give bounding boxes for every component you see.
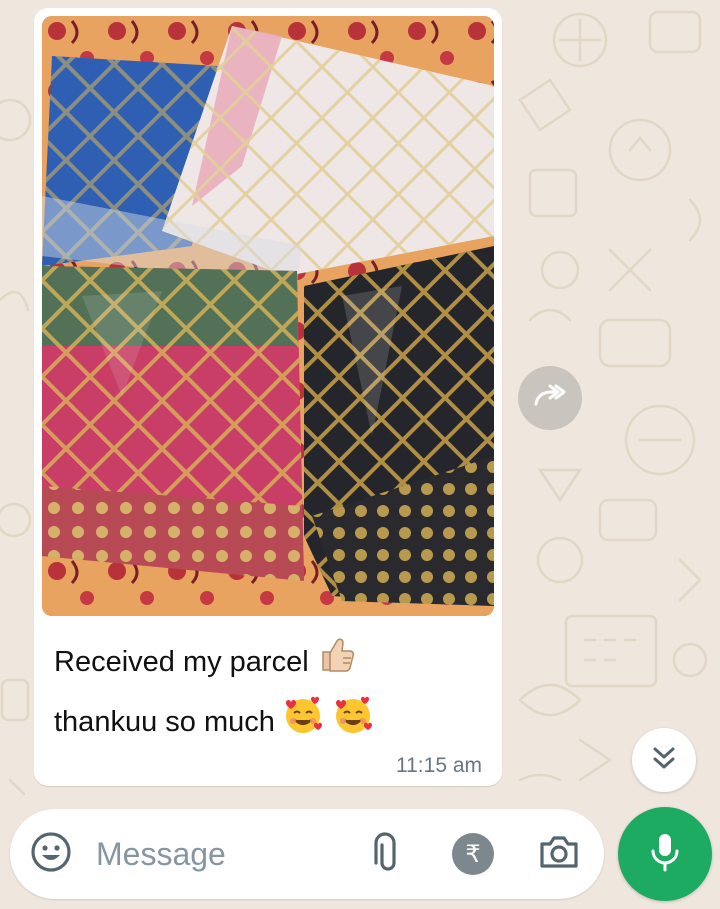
forward-icon [532, 382, 568, 415]
camera-icon [538, 834, 580, 875]
forward-button[interactable] [518, 366, 582, 430]
caption-line-2: thankuu so much [54, 693, 484, 754]
payment-button[interactable]: ₹ [450, 831, 496, 877]
message-timestamp: 11:15 am [396, 754, 482, 777]
microphone-icon [649, 831, 681, 878]
voice-message-button[interactable] [618, 807, 712, 901]
message-photo[interactable] [42, 16, 494, 616]
message-caption: Received my parcel thankuu so much [54, 634, 484, 754]
paperclip-icon [370, 831, 400, 878]
camera-button[interactable] [532, 831, 586, 877]
message-bubble[interactable]: Received my parcel thankuu so much 11:15… [34, 8, 502, 786]
attach-button[interactable] [362, 831, 408, 877]
rupee-icon: ₹ [452, 833, 494, 875]
smiling-face-with-hearts-icon [281, 693, 325, 754]
caption-line-1: Received my parcel [54, 634, 484, 693]
emoji-icon [29, 830, 73, 879]
smiling-face-with-hearts-icon [331, 693, 375, 754]
thumbs-up-emoji-icon [315, 634, 357, 693]
scroll-to-bottom-button[interactable] [632, 728, 696, 792]
message-composer: ₹ [10, 809, 604, 899]
message-input[interactable] [96, 827, 346, 881]
emoji-button[interactable] [28, 831, 74, 877]
double-chevron-down-icon [651, 744, 677, 777]
